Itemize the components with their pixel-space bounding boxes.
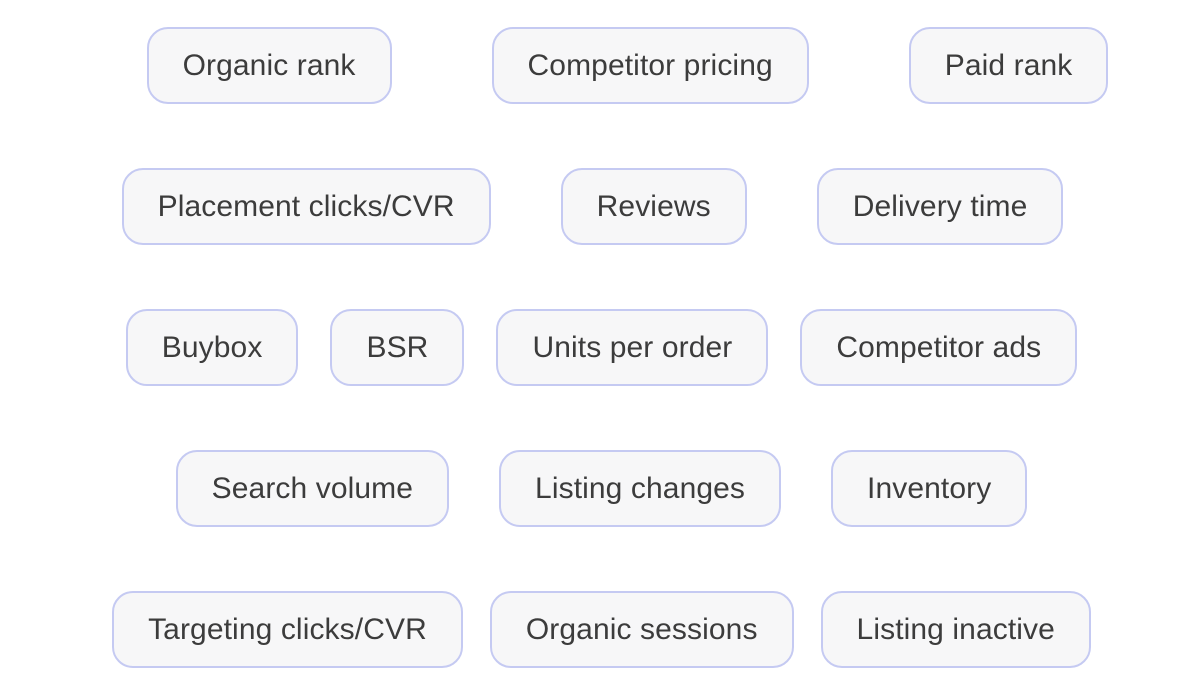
tag-pill-organic-rank[interactable]: Organic rank	[146, 27, 392, 104]
tag-label: Organic rank	[182, 48, 356, 82]
tag-row: Buybox BSR Units per order Competitor ad…	[2, 309, 1199, 386]
tag-pill-search-volume[interactable]: Search volume	[175, 450, 450, 527]
tag-pill-buybox[interactable]: Buybox	[125, 309, 299, 386]
tag-label: BSR	[366, 330, 429, 364]
tag-label: Units per order	[532, 330, 733, 364]
tag-pill-placement-clicks-cvr[interactable]: Placement clicks/CVR	[121, 168, 491, 245]
tag-row: Targeting clicks/CVR Organic sessions Li…	[2, 591, 1199, 668]
tag-label: Competitor pricing	[527, 48, 773, 82]
tag-label: Listing changes	[535, 471, 746, 505]
tag-row: Organic rank Competitor pricing Paid ran…	[28, 27, 1199, 104]
tag-pill-reviews[interactable]: Reviews	[560, 168, 747, 245]
tag-label: Search volume	[211, 471, 414, 505]
tag-cloud: Organic rank Competitor pricing Paid ran…	[0, 0, 1199, 693]
tag-label: Organic sessions	[525, 612, 758, 646]
tag-label: Buybox	[161, 330, 263, 364]
tag-label: Paid rank	[944, 48, 1073, 82]
tag-pill-targeting-clicks-cvr[interactable]: Targeting clicks/CVR	[112, 591, 463, 668]
tag-pill-bsr[interactable]: BSR	[330, 309, 465, 386]
tag-pill-units-per-order[interactable]: Units per order	[496, 309, 769, 386]
tag-pill-delivery-time[interactable]: Delivery time	[816, 168, 1064, 245]
tag-label: Reviews	[596, 189, 711, 223]
tag-pill-paid-rank[interactable]: Paid rank	[908, 27, 1109, 104]
tag-label: Targeting clicks/CVR	[148, 612, 427, 646]
tag-label: Placement clicks/CVR	[157, 189, 455, 223]
tag-pill-listing-changes[interactable]: Listing changes	[499, 450, 782, 527]
tag-row: Search volume Listing changes Inventory	[2, 450, 1199, 527]
tag-label: Listing inactive	[856, 612, 1055, 646]
tag-pill-organic-sessions[interactable]: Organic sessions	[489, 591, 794, 668]
tag-pill-listing-inactive[interactable]: Listing inactive	[820, 591, 1091, 668]
tag-label: Delivery time	[852, 189, 1028, 223]
tag-label: Competitor ads	[836, 330, 1042, 364]
tag-pill-inventory[interactable]: Inventory	[831, 450, 1028, 527]
tag-pill-competitor-pricing[interactable]: Competitor pricing	[491, 27, 809, 104]
tag-row: Placement clicks/CVR Reviews Delivery ti…	[0, 168, 1192, 245]
tag-label: Inventory	[867, 471, 992, 505]
tag-pill-competitor-ads[interactable]: Competitor ads	[800, 309, 1078, 386]
